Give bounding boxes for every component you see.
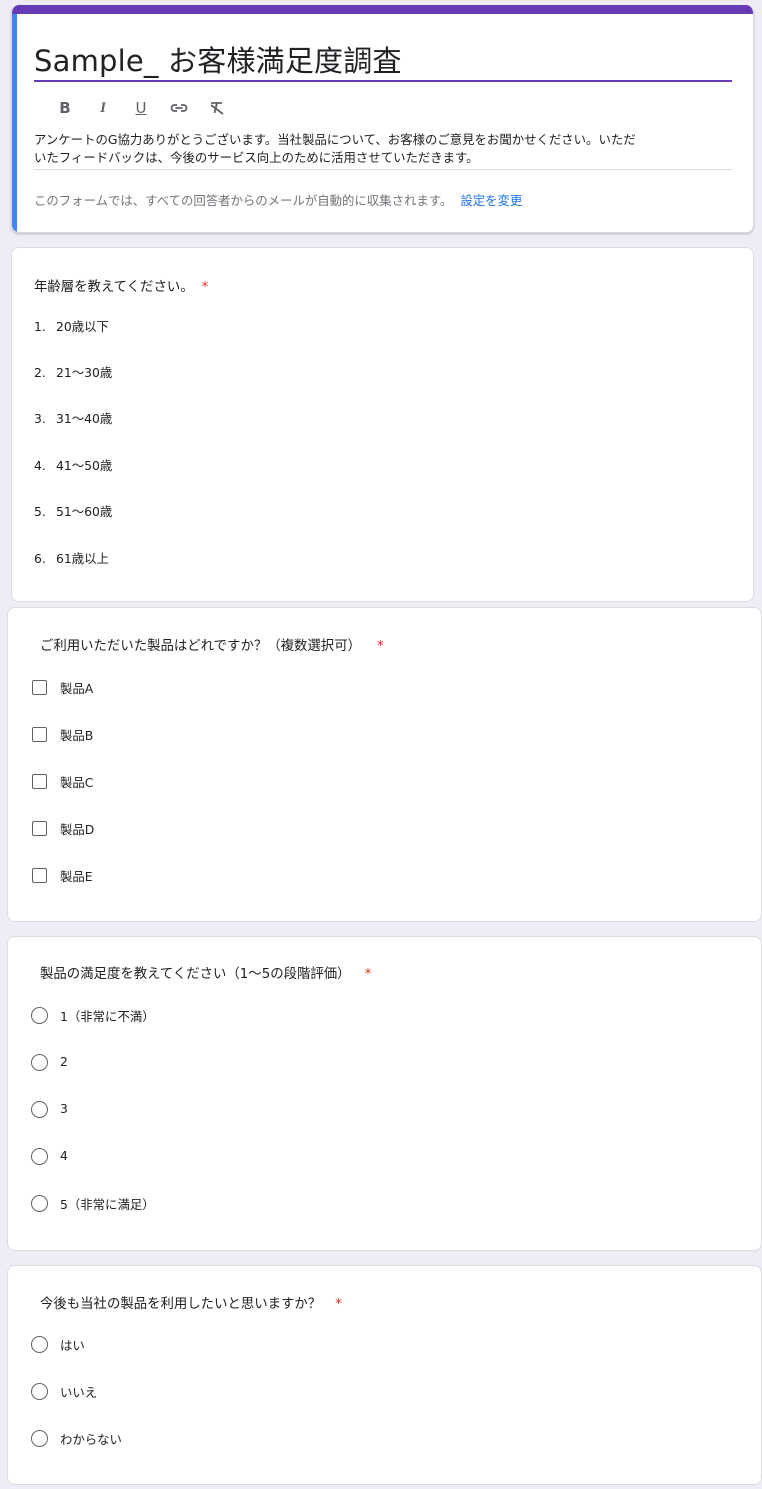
question-text: 今後も当社の製品を利用したいと思いますか？ (40, 1297, 322, 1312)
link-icon (170, 104, 188, 112)
question-title: 製品の満足度を教えてください（1～5の段階評価） * (40, 962, 371, 982)
radio-button[interactable] (31, 1101, 48, 1118)
change-settings-link[interactable]: 設定を変更 (460, 193, 522, 208)
checkbox-label[interactable]: 製品D (60, 820, 94, 838)
checkbox-label[interactable]: 製品E (60, 867, 93, 885)
required-asterisk: * (335, 1297, 342, 1312)
radio-button[interactable] (31, 1383, 48, 1400)
question-title: 今後も当社の製品を利用したいと思いますか？ * (40, 1292, 342, 1312)
link-button[interactable] (160, 96, 198, 120)
question-text: 製品の満足度を教えてください（1～5の段階評価） (40, 967, 351, 982)
checkbox[interactable] (32, 821, 47, 836)
header-focus-bar (12, 14, 17, 232)
checkbox-label[interactable]: 製品A (60, 679, 93, 697)
question-card-products[interactable]: ご利用いただいた製品はどれですか？（複数選択可） * 製品A 製品B 製品C 製品… (7, 607, 762, 922)
list-item: 2. 21～30歳 (34, 365, 113, 380)
list-item: 5. 51～60歳 (34, 504, 113, 519)
list-item: 1. 20歳以下 (34, 319, 109, 334)
radio-button[interactable] (31, 1148, 48, 1165)
checkbox[interactable] (32, 727, 47, 742)
description-line: いたフィードバックは、今後のサービス向上のために活用させていただきます。 (34, 150, 479, 165)
radio-label[interactable]: わからない (60, 1430, 122, 1448)
question-title: ご利用いただいた製品はどれですか？（複数選択可） * (40, 634, 384, 654)
radio-button[interactable] (31, 1007, 48, 1024)
list-item: 4. 41～50歳 (34, 458, 113, 473)
note-text: このフォームでは、すべての回答者からのメールが自動的に収集されます。 (34, 193, 453, 208)
description-underline (34, 169, 732, 170)
italic-button[interactable]: I (84, 96, 122, 120)
description-line: アンケートのG協力ありがとうございます。当社製品について、お客様のご意見をお聞か… (34, 132, 636, 147)
email-collection-note: このフォームでは、すべての回答者からのメールが自動的に収集されます。 設定を変更 (34, 191, 522, 209)
required-asterisk: * (364, 967, 372, 982)
question-card-future-use[interactable]: 今後も当社の製品を利用したいと思いますか？ * はい いいえ わからない (7, 1265, 762, 1485)
question-text: ご利用いただいた製品はどれですか？（複数選択可） (40, 639, 361, 654)
form-description[interactable]: アンケートのG協力ありがとうございます。当社製品について、お客様のご意見をお聞か… (34, 131, 734, 167)
question-card-age[interactable]: 年齢層を教えてください。 * 1. 20歳以下 2. 21～30歳 3. 31～40歳 … (11, 247, 754, 602)
clear-format-button[interactable] (198, 96, 236, 120)
header-accent-bar (12, 5, 753, 14)
radio-label[interactable]: いいえ (60, 1383, 97, 1401)
checkbox[interactable] (32, 680, 47, 695)
clear-format-icon (210, 102, 224, 115)
radio-button[interactable] (31, 1195, 48, 1212)
question-text: 年齢層を教えてください。 (34, 280, 194, 295)
question-title: 年齢層を教えてください。 * (34, 275, 208, 295)
checkbox[interactable] (32, 774, 47, 789)
radio-label[interactable]: はい (60, 1336, 85, 1354)
underline-button[interactable]: U (122, 96, 160, 120)
bold-button[interactable]: B (46, 96, 84, 120)
radio-label[interactable]: 4 (60, 1148, 68, 1163)
checkbox-label[interactable]: 製品B (60, 726, 93, 744)
list-item: 6. 61歳以上 (34, 551, 109, 566)
title-underline (34, 80, 732, 82)
question-card-satisfaction[interactable]: 製品の満足度を教えてください（1～5の段階評価） * 1（非常に不満） 2 3 4… (7, 936, 762, 1251)
checkbox[interactable] (32, 868, 47, 883)
form-header-card: Sample_ お客様満足度調査 B I U アンケートのG協力ありがとうござい… (11, 5, 754, 233)
radio-label[interactable]: 5（非常に満足） (60, 1195, 155, 1213)
radio-label[interactable]: 1（非常に不満） (60, 1007, 155, 1025)
radio-button[interactable] (31, 1430, 48, 1447)
required-asterisk: * (376, 639, 384, 654)
required-asterisk: * (201, 280, 209, 295)
form-title[interactable]: Sample_ お客様満足度調査 (34, 38, 402, 80)
format-toolbar: B I U (46, 96, 236, 120)
radio-label[interactable]: 3 (60, 1101, 68, 1116)
radio-label[interactable]: 2 (60, 1054, 68, 1069)
radio-button[interactable] (31, 1336, 48, 1353)
radio-button[interactable] (31, 1054, 48, 1071)
list-item: 3. 31～40歳 (34, 411, 113, 426)
checkbox-label[interactable]: 製品C (60, 773, 93, 791)
